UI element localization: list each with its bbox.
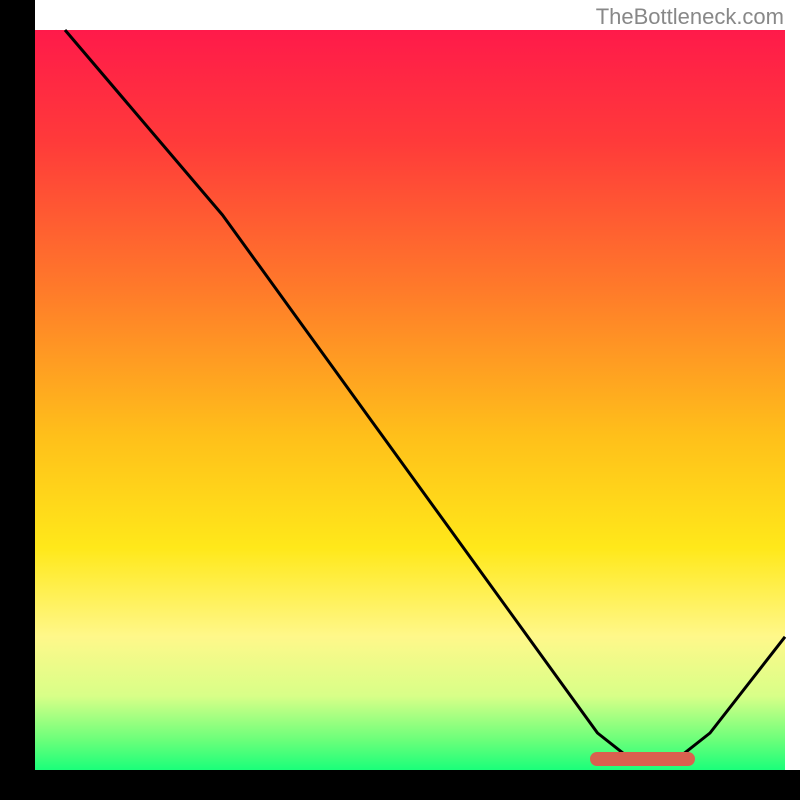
watermark-text: TheBottleneck.com [596,4,784,30]
optimal-band-marker [590,752,695,766]
chart-container: TheBottleneck.com [0,0,800,800]
bottleneck-chart [0,0,800,800]
left-axis-bar [0,0,35,800]
bottom-axis-bar [0,770,800,800]
gradient-background [35,30,785,770]
